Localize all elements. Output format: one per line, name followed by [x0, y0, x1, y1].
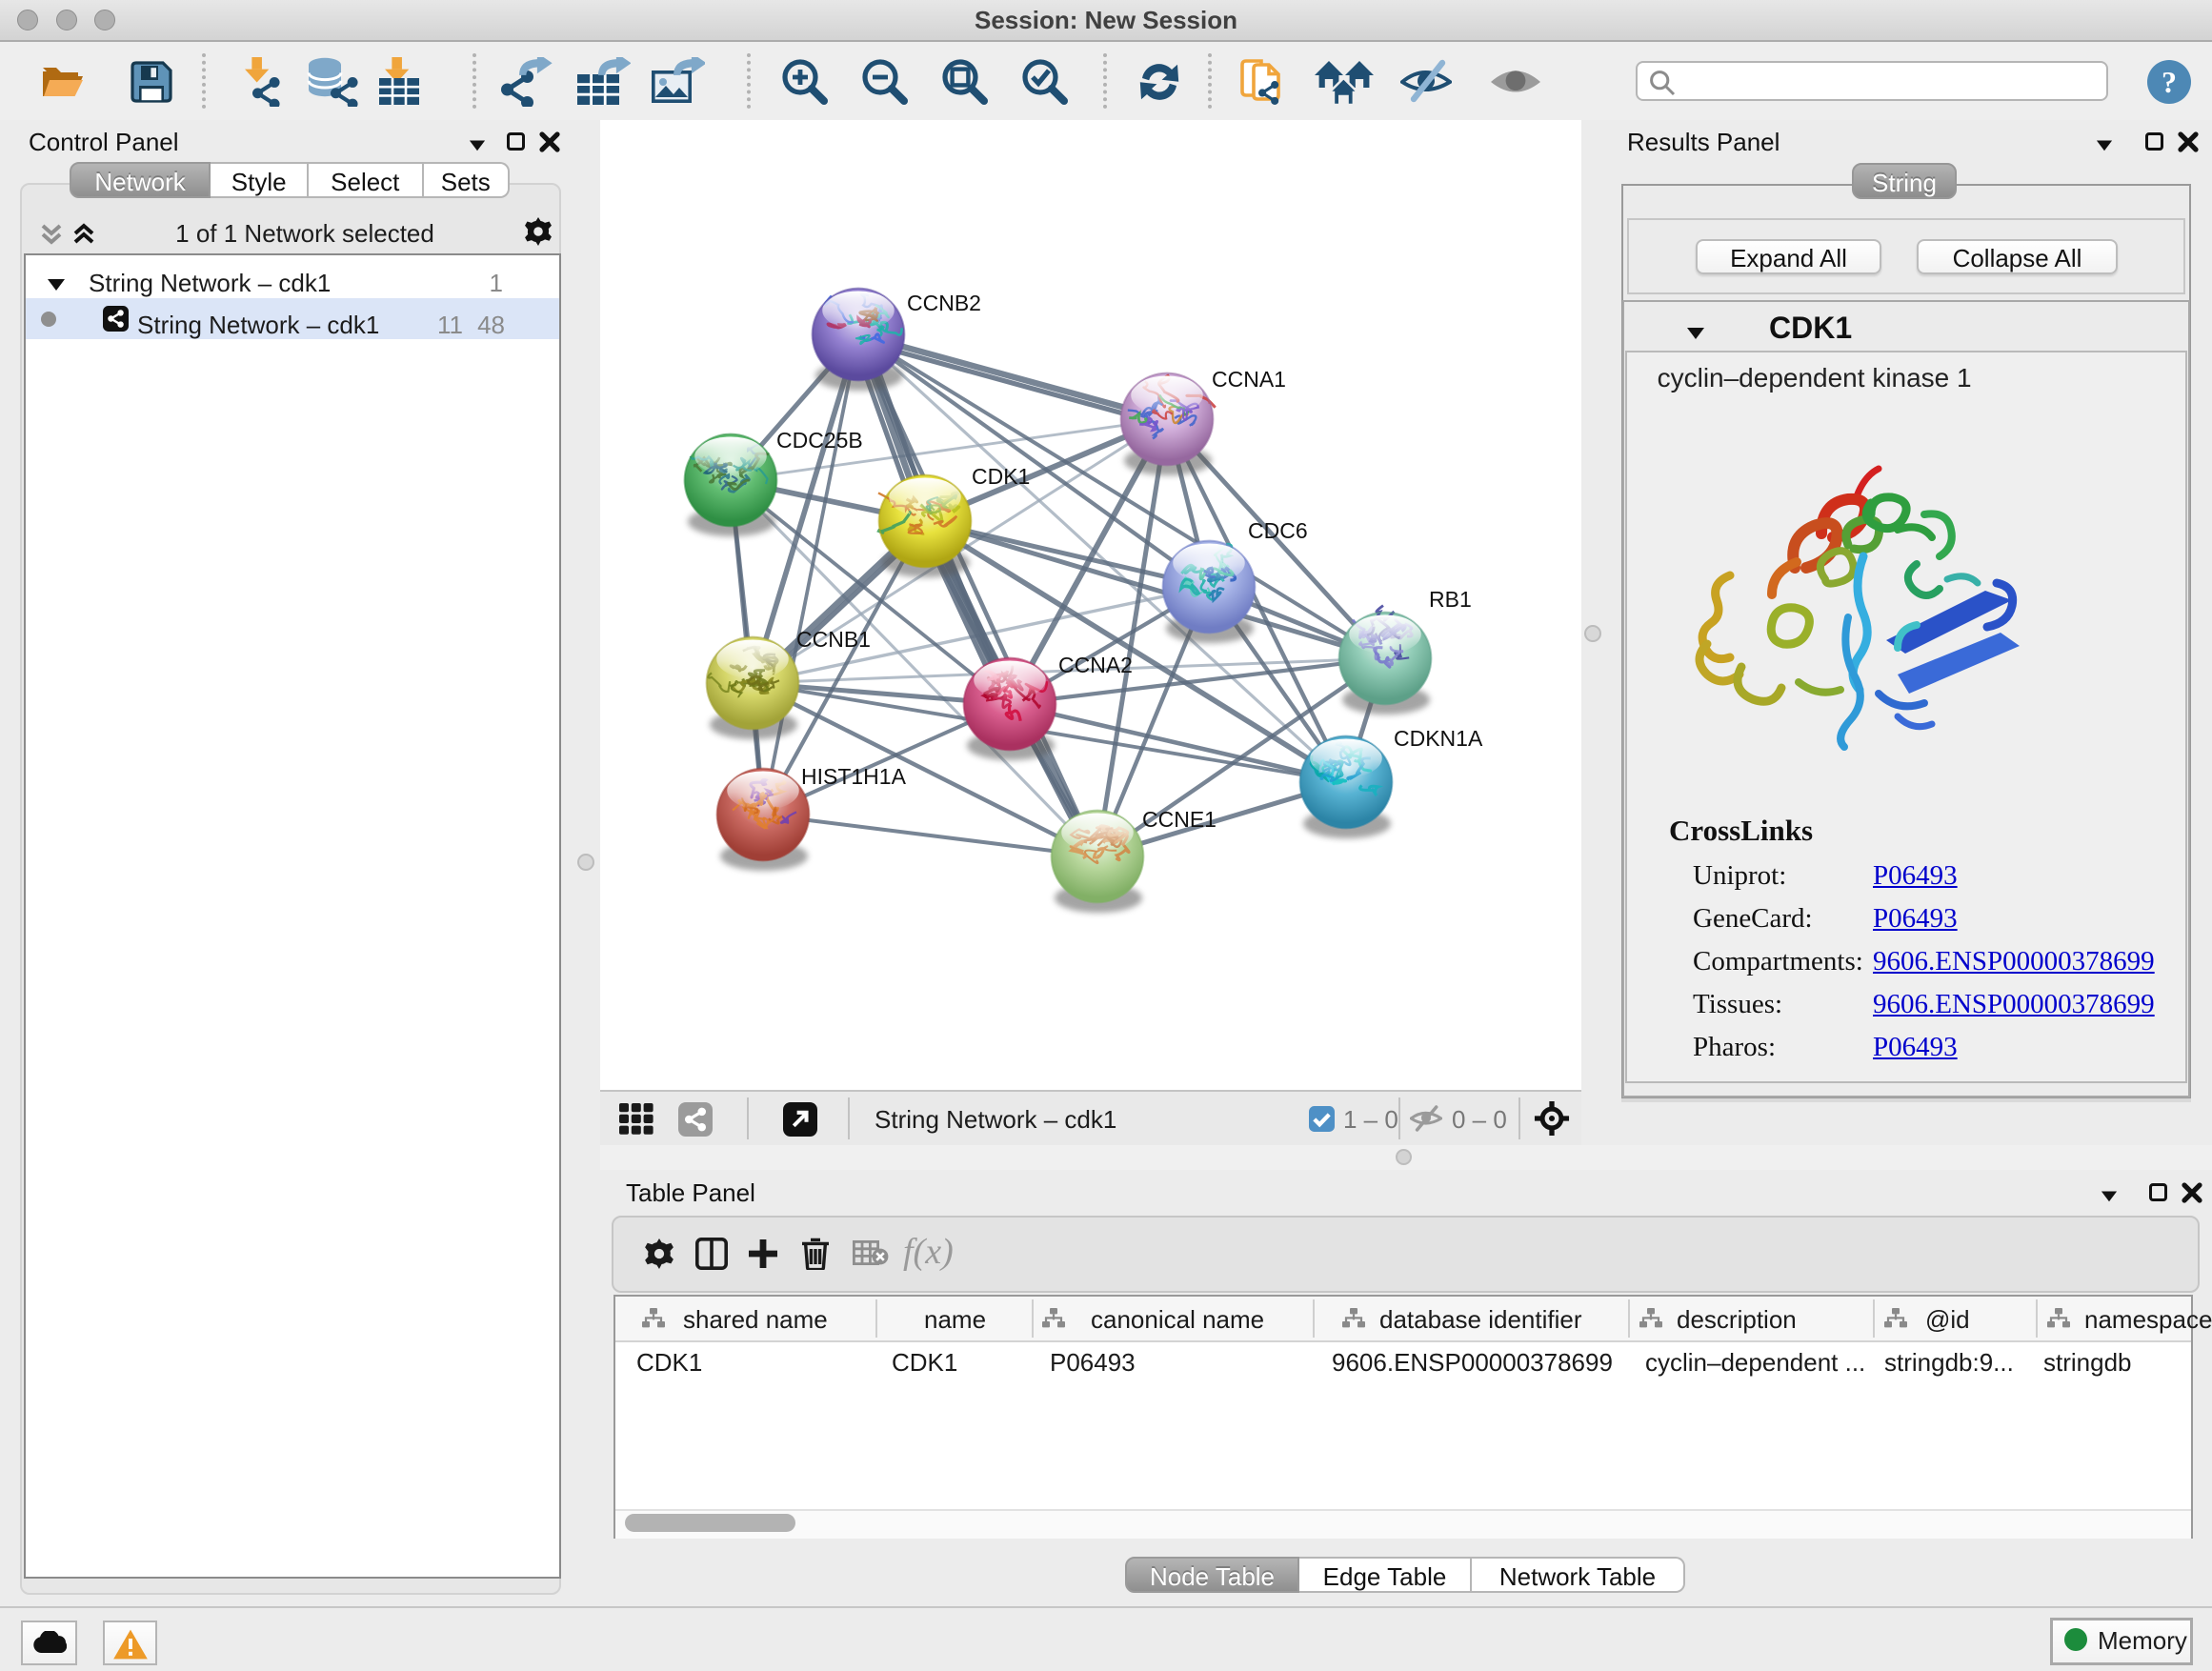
svg-text:CDK1: CDK1	[972, 464, 1030, 489]
svg-text:CCNB1: CCNB1	[796, 627, 871, 652]
svg-text:HIST1H1A: HIST1H1A	[801, 764, 907, 789]
svg-text:CDC6: CDC6	[1248, 518, 1308, 543]
svg-text:CCNE1: CCNE1	[1142, 807, 1217, 832]
svg-text:RB1: RB1	[1429, 587, 1472, 612]
svg-text:CDKN1A: CDKN1A	[1394, 726, 1483, 751]
svg-text:CDC25B: CDC25B	[776, 428, 863, 453]
svg-text:CCNB2: CCNB2	[907, 291, 981, 315]
svg-text:CCNA2: CCNA2	[1058, 653, 1133, 677]
svg-text:CCNA1: CCNA1	[1212, 367, 1286, 392]
